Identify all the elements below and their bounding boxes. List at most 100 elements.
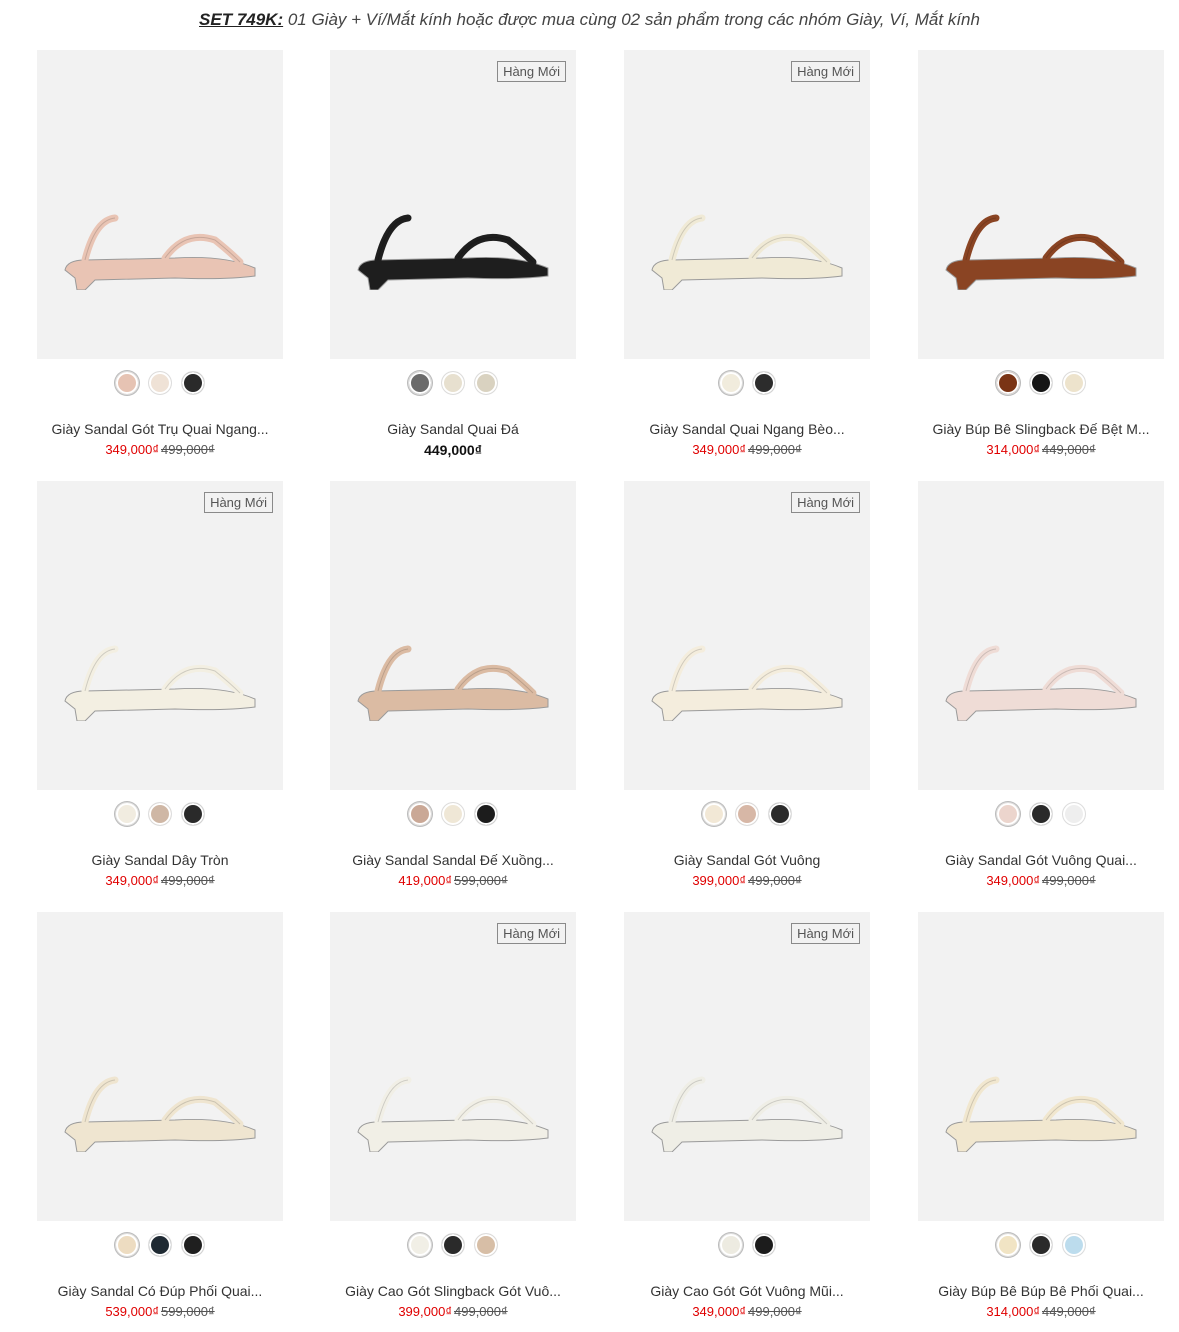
- color-swatch[interactable]: [408, 1233, 432, 1257]
- current-price: 539,000₫: [105, 1304, 159, 1319]
- color-swatch[interactable]: [751, 371, 776, 395]
- shoe-image: [651, 1076, 843, 1152]
- product-image[interactable]: [918, 912, 1164, 1221]
- color-swatch[interactable]: [441, 371, 465, 395]
- product-price: 349,000₫ 499,000₫: [37, 442, 283, 457]
- new-badge: Hàng Mới: [204, 492, 273, 513]
- color-swatch[interactable]: [996, 371, 1020, 395]
- product-name[interactable]: Giày Sandal Gót Trụ Quai Ngang...: [37, 421, 283, 437]
- color-swatch[interactable]: [408, 371, 432, 395]
- new-badge: Hàng Mới: [791, 923, 860, 944]
- product-card[interactable]: Hàng Mới Giày Sandal Quai Ngang Bèo... 349…: [624, 50, 870, 470]
- color-swatch[interactable]: [1029, 802, 1053, 826]
- product-image[interactable]: [918, 50, 1164, 359]
- product-name[interactable]: Giày Cao Gót Gót Vuông Mũi...: [624, 1283, 870, 1299]
- product-price: 449,000₫: [330, 442, 576, 458]
- product-name[interactable]: Giày Sandal Quai Đá: [330, 421, 576, 437]
- current-price: 349,000₫: [105, 873, 159, 888]
- product-image[interactable]: Hàng Mới: [330, 50, 576, 359]
- product-image[interactable]: Hàng Mới: [624, 912, 870, 1221]
- original-price: 499,000₫: [748, 442, 802, 457]
- color-swatch[interactable]: [181, 371, 205, 395]
- color-swatch[interactable]: [474, 802, 498, 826]
- product-card[interactable]: Hàng Mới Giày Cao Gót Slingback Gót Vuô..…: [330, 912, 576, 1332]
- product-name[interactable]: Giày Sandal Gót Vuông Quai...: [918, 852, 1164, 868]
- product-name[interactable]: Giày Sandal Sandal Đế Xuồng...: [330, 852, 576, 868]
- color-swatch[interactable]: [751, 1233, 776, 1257]
- color-swatch[interactable]: [181, 802, 205, 826]
- product-name[interactable]: Giày Cao Gót Slingback Gót Vuô...: [330, 1283, 576, 1299]
- current-price: 399,000₫: [398, 1304, 452, 1319]
- original-price: 449,000₫: [1042, 442, 1096, 457]
- product-name[interactable]: Giày Búp Bê Búp Bê Phối Quai...: [918, 1283, 1164, 1299]
- shoe-image: [64, 645, 256, 721]
- color-swatch[interactable]: [148, 371, 172, 395]
- product-image[interactable]: [330, 481, 576, 790]
- product-card[interactable]: Hàng Mới Giày Sandal Dây Tròn 349,000₫ 499,…: [37, 481, 283, 901]
- color-swatch[interactable]: [702, 802, 726, 826]
- product-price: 539,000₫ 599,000₫: [37, 1304, 283, 1319]
- color-swatch[interactable]: [1062, 371, 1086, 395]
- product-price: 349,000₫ 499,000₫: [624, 442, 870, 457]
- color-swatch[interactable]: [996, 802, 1020, 826]
- product-name[interactable]: Giày Sandal Quai Ngang Bèo...: [624, 421, 870, 437]
- current-price: 419,000₫: [398, 873, 452, 888]
- color-swatches: [918, 1233, 1164, 1257]
- product-image[interactable]: Hàng Mới: [624, 50, 870, 359]
- color-swatch[interactable]: [1029, 371, 1053, 395]
- current-price: 349,000₫: [986, 873, 1040, 888]
- color-swatch[interactable]: [996, 1233, 1020, 1257]
- shoe-image: [945, 214, 1137, 290]
- color-swatches: [330, 1233, 576, 1257]
- color-swatch[interactable]: [408, 802, 432, 826]
- color-swatch[interactable]: [1062, 1233, 1086, 1257]
- product-name[interactable]: Giày Búp Bê Slingback Đế Bệt M...: [918, 421, 1164, 437]
- product-image[interactable]: Hàng Mới: [624, 481, 870, 790]
- product-image[interactable]: Hàng Mới: [37, 481, 283, 790]
- color-swatch[interactable]: [115, 371, 139, 395]
- product-image[interactable]: Hàng Mới: [330, 912, 576, 1221]
- color-swatch[interactable]: [441, 802, 465, 826]
- original-price: 499,000₫: [161, 442, 215, 457]
- product-card[interactable]: Hàng Mới Giày Sandal Quai Đá 449,000₫: [330, 50, 576, 470]
- product-card[interactable]: Hàng Mới Giày Cao Gót Gót Vuông Mũi... 349…: [624, 912, 870, 1332]
- product-card[interactable]: Hàng Mới Giày Sandal Gót Vuông 399,000₫ 499…: [624, 481, 870, 901]
- product-image[interactable]: [37, 50, 283, 359]
- product-card[interactable]: Giày Sandal Có Đúp Phối Quai... 539,000₫ 5…: [37, 912, 283, 1332]
- color-swatches: [37, 1233, 283, 1257]
- product-image[interactable]: [918, 481, 1164, 790]
- new-badge: Hàng Mới: [497, 61, 566, 82]
- product-grid: Giày Sandal Gót Trụ Quai Ngang... 349,000…: [0, 0, 1179, 1332]
- product-name[interactable]: Giày Sandal Dây Tròn: [37, 852, 283, 868]
- color-swatch[interactable]: [148, 802, 172, 826]
- product-price: 349,000₫ 499,000₫: [624, 1304, 870, 1319]
- color-swatch[interactable]: [474, 371, 498, 395]
- color-swatch[interactable]: [768, 802, 792, 826]
- product-price: 349,000₫ 499,000₫: [37, 873, 283, 888]
- product-name[interactable]: Giày Sandal Có Đúp Phối Quai...: [37, 1283, 283, 1299]
- color-swatch[interactable]: [718, 371, 743, 395]
- product-card[interactable]: Giày Búp Bê Búp Bê Phối Quai... 314,000₫ 4…: [918, 912, 1164, 1332]
- product-image[interactable]: [37, 912, 283, 1221]
- product-name[interactable]: Giày Sandal Gót Vuông: [624, 852, 870, 868]
- color-swatch[interactable]: [148, 1233, 172, 1257]
- color-swatch[interactable]: [181, 1233, 205, 1257]
- product-card[interactable]: Giày Búp Bê Slingback Đế Bệt M... 314,000…: [918, 50, 1164, 470]
- color-swatches: [918, 802, 1164, 826]
- current-price: 349,000₫: [692, 442, 746, 457]
- product-card[interactable]: Giày Sandal Gót Vuông Quai... 349,000₫ 499…: [918, 481, 1164, 901]
- original-price: 599,000₫: [161, 1304, 215, 1319]
- color-swatch[interactable]: [1062, 802, 1086, 826]
- color-swatch[interactable]: [474, 1233, 498, 1257]
- color-swatch[interactable]: [735, 802, 759, 826]
- product-card[interactable]: Giày Sandal Gót Trụ Quai Ngang... 349,000…: [37, 50, 283, 470]
- color-swatches: [330, 371, 576, 395]
- color-swatch[interactable]: [441, 1233, 465, 1257]
- shoe-image: [64, 214, 256, 290]
- color-swatch[interactable]: [718, 1233, 743, 1257]
- color-swatch[interactable]: [1029, 1233, 1053, 1257]
- product-card[interactable]: Giày Sandal Sandal Đế Xuồng... 419,000₫ 59…: [330, 481, 576, 901]
- color-swatch[interactable]: [115, 802, 139, 826]
- color-swatch[interactable]: [115, 1233, 139, 1257]
- product-price: 399,000₫ 499,000₫: [330, 1304, 576, 1319]
